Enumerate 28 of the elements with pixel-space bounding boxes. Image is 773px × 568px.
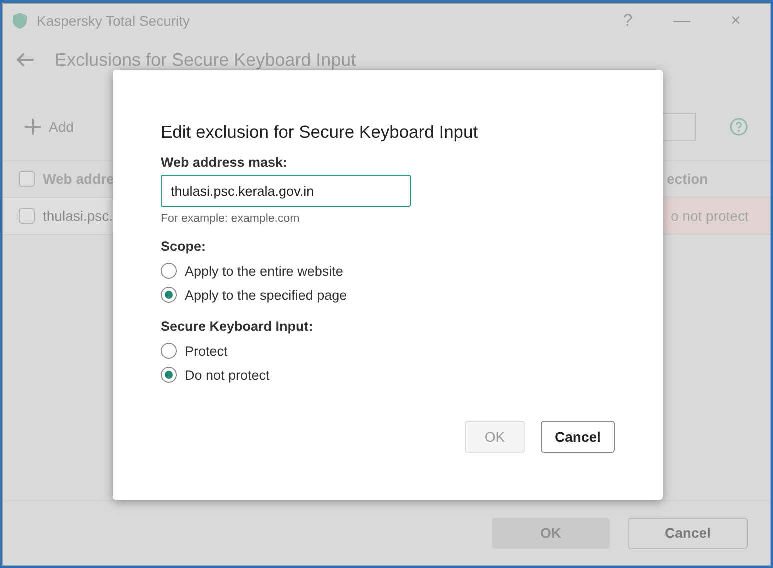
shield-icon — [13, 13, 27, 29]
minimize-button[interactable]: — — [660, 10, 704, 32]
cancel-button[interactable]: Cancel — [628, 518, 748, 548]
select-all-checkbox[interactable] — [19, 171, 35, 187]
group-label: Secure Keyboard Input: — [161, 319, 314, 334]
cancel-button[interactable]: Cancel — [541, 421, 615, 453]
row-checkbox[interactable] — [19, 208, 35, 224]
radio-button[interactable] — [161, 367, 177, 383]
plus-icon — [25, 119, 41, 135]
close-button[interactable]: × — [714, 10, 758, 32]
field-label: Web address mask: — [161, 155, 289, 170]
radio-label: Apply to the entire website — [185, 264, 344, 278]
radio-button[interactable] — [161, 263, 177, 279]
table-cell: thulasi.psc. — [43, 208, 114, 224]
dialog-title: Edit exclusion for Secure Keyboard Input — [161, 122, 480, 143]
group-label: Scope: — [161, 239, 208, 254]
help-button[interactable]: ? — [606, 10, 650, 32]
back-arrow-icon[interactable] — [17, 53, 35, 67]
radio-label: Protect — [185, 344, 228, 358]
radio-label: Apply to the specified page — [185, 288, 348, 302]
radio-label: Do not protect — [185, 368, 270, 382]
hint-text: For example: example.com — [161, 213, 301, 225]
page-title: Exclusions for Secure Keyboard Input — [55, 50, 356, 70]
window-title: Kaspersky Total Security — [37, 13, 192, 29]
input-field[interactable]: thulasi.psc.kerala.gov.in — [161, 175, 411, 207]
radio-button[interactable] — [161, 287, 177, 303]
radio-button[interactable] — [161, 343, 177, 359]
add-button[interactable]: Add — [25, 119, 74, 135]
